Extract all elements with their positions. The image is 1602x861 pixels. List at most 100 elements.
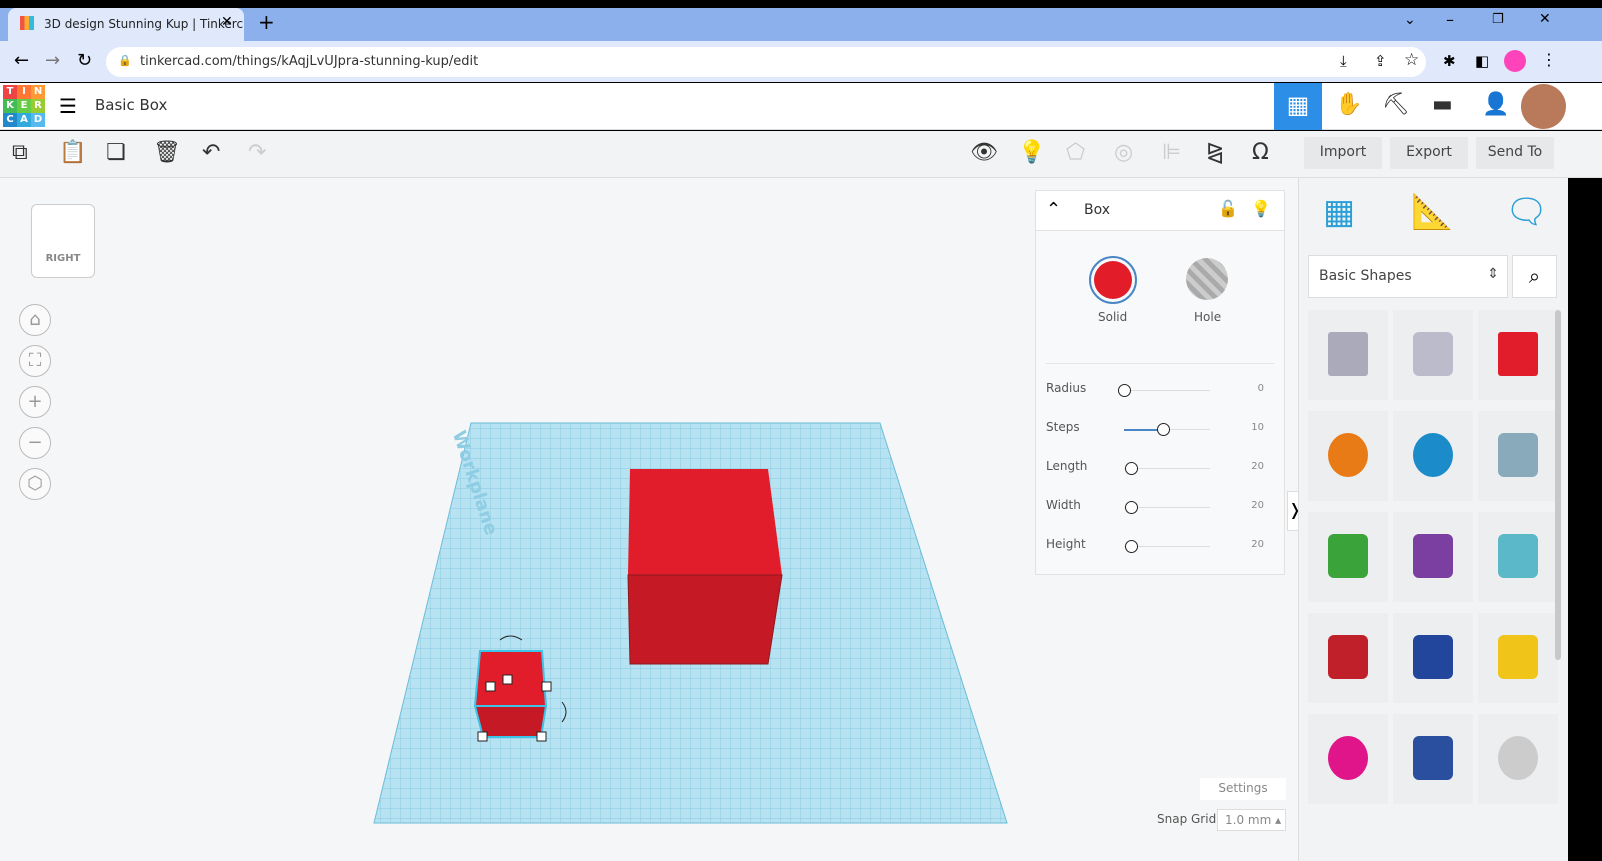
width-slider-knob[interactable] xyxy=(1124,501,1138,514)
url-text: tinkercad.com/things/kAqjLvUJpra-stunnin… xyxy=(140,54,479,69)
lightbulb-icon[interactable]: 💡 xyxy=(1251,199,1271,218)
cylinder-icon xyxy=(1328,433,1368,477)
param-label-steps: Steps xyxy=(1046,420,1080,434)
design-title[interactable]: Basic Box xyxy=(95,96,167,114)
install-icon[interactable]: ⤓ xyxy=(1340,52,1347,70)
browser-tab[interactable]: 3D design Stunning Kup | Tinkerc xyxy=(8,8,244,41)
reload-icon[interactable]: ↻ xyxy=(77,50,92,71)
settings-button[interactable]: Settings xyxy=(1200,778,1286,800)
side-panel-icon[interactable]: ◧ xyxy=(1475,52,1489,70)
shape-text[interactable] xyxy=(1308,613,1388,703)
bookmark-star-icon[interactable]: ☆ xyxy=(1404,50,1419,70)
delete-icon[interactable]: 🗑 xyxy=(153,140,181,165)
align-icon[interactable]: ⊫ xyxy=(1162,140,1181,165)
shape-cylinder[interactable] xyxy=(1308,411,1388,501)
param-value-length: 20 xyxy=(1251,461,1264,472)
tinkercad-logo[interactable]: TIN KER CAD xyxy=(3,85,45,127)
undo-icon[interactable]: ↶ xyxy=(202,140,220,165)
3d-view-button[interactable]: ▦ xyxy=(1274,83,1322,130)
pyramid-icon xyxy=(1498,635,1538,679)
shape-category-select[interactable]: Basic Shapes ⇕ xyxy=(1308,255,1508,298)
scrollbar[interactable] xyxy=(1555,310,1561,660)
param-value-steps: 10 xyxy=(1251,422,1264,433)
new-tab-icon[interactable]: + xyxy=(258,10,275,34)
length-slider-knob[interactable] xyxy=(1124,462,1138,475)
shape-box[interactable] xyxy=(1478,310,1558,400)
shape-hexagonal-prism[interactable] xyxy=(1393,714,1473,804)
snap-grid-label: Snap Grid xyxy=(1157,812,1217,826)
fit-view-button[interactable]: ⛶ xyxy=(19,345,51,377)
minimize-icon[interactable]: – xyxy=(1446,10,1454,29)
half-sphere-icon xyxy=(1328,736,1368,780)
restore-icon[interactable]: ❐ xyxy=(1492,12,1504,27)
invite-user-icon[interactable]: 👤 xyxy=(1482,92,1509,117)
user-avatar[interactable] xyxy=(1521,84,1566,129)
box-icon xyxy=(1498,332,1538,376)
unlock-icon[interactable]: 🔓 xyxy=(1218,199,1238,218)
steps-slider-knob[interactable] xyxy=(1156,423,1170,436)
pickaxe-icon[interactable]: ⛏ xyxy=(1382,92,1410,117)
param-value-radius: 0 xyxy=(1257,383,1264,394)
view-cube[interactable]: RIGHT xyxy=(31,204,95,278)
extensions-icon[interactable]: ✱ xyxy=(1443,52,1456,70)
shape-half-sphere[interactable] xyxy=(1308,714,1388,804)
scribble-icon xyxy=(1498,433,1538,477)
bricks-icon[interactable]: ▬ xyxy=(1432,92,1453,117)
redo-icon[interactable]: ↷ xyxy=(248,140,266,165)
radius-slider[interactable] xyxy=(1124,390,1210,391)
notes-eye-icon[interactable]: 👁 xyxy=(970,140,998,165)
collapse-chevron-icon[interactable]: ⌃ xyxy=(1046,199,1061,220)
close-tab-icon[interactable]: ✕ xyxy=(221,14,233,30)
tab-title: 3D design Stunning Kup | Tinkerc xyxy=(44,17,244,31)
paste-icon[interactable]: 📋 xyxy=(59,140,86,165)
send-to-button[interactable]: Send To xyxy=(1476,137,1554,169)
ungroup-icon[interactable]: ◎ xyxy=(1114,140,1133,165)
shape-roof[interactable] xyxy=(1308,512,1388,602)
notes-icon[interactable]: 🗨 xyxy=(1505,192,1548,232)
shape-pyramid[interactable] xyxy=(1478,613,1558,703)
duplicate-icon[interactable]: ❏ xyxy=(106,140,126,165)
close-window-icon[interactable]: ✕ xyxy=(1539,11,1551,27)
workplane-grid-icon[interactable]: ▦ xyxy=(1323,192,1355,232)
shape-sphere[interactable] xyxy=(1393,411,1473,501)
solid-button[interactable] xyxy=(1089,256,1137,304)
search-shapes-button[interactable]: ⌕ xyxy=(1512,255,1557,298)
design-list-icon[interactable]: ☰ xyxy=(59,94,77,118)
back-icon[interactable]: ← xyxy=(14,50,29,71)
shape-cylinder-hole[interactable] xyxy=(1393,310,1473,400)
inspector-title: Box xyxy=(1084,202,1111,218)
sphere-icon xyxy=(1413,433,1453,477)
group-icon[interactable]: ⬠ xyxy=(1066,140,1085,165)
solid-color-swatch xyxy=(1094,261,1132,299)
ruler-icon[interactable]: 📐 xyxy=(1411,192,1453,232)
import-button[interactable]: Import xyxy=(1304,137,1382,169)
height-slider-knob[interactable] xyxy=(1124,540,1138,553)
snap-grid-select[interactable]: 1.0 mm ▴ xyxy=(1217,809,1286,831)
shape-round-roof[interactable] xyxy=(1478,512,1558,602)
hide-lightbulb-icon[interactable]: 💡 xyxy=(1018,140,1045,165)
profile-avatar[interactable] xyxy=(1504,50,1526,72)
shape-box-hole[interactable] xyxy=(1308,310,1388,400)
shape-cone[interactable] xyxy=(1393,512,1473,602)
zoom-in-button[interactable]: + xyxy=(19,386,51,418)
shape-paraboloid[interactable] xyxy=(1478,714,1558,804)
lock-icon[interactable]: 🔒 xyxy=(118,54,132,67)
forward-icon[interactable]: → xyxy=(45,50,60,71)
mirror-icon[interactable]: ⧎ xyxy=(1206,140,1224,165)
shape-polygon[interactable] xyxy=(1393,613,1473,703)
zoom-out-button[interactable]: − xyxy=(19,427,51,459)
url-input[interactable]: tinkercad.com/things/kAqjLvUJpra-stunnin… xyxy=(106,47,1426,77)
shape-scribble[interactable] xyxy=(1478,411,1558,501)
blocks-icon[interactable]: ✋ xyxy=(1335,92,1362,117)
copy-icon[interactable]: ⧉ xyxy=(12,140,28,165)
perspective-button[interactable]: ⬡ xyxy=(19,468,51,500)
cruise-magnet-icon[interactable]: Ω xyxy=(1252,140,1269,165)
home-view-button[interactable]: ⌂ xyxy=(19,304,51,336)
tab-search-icon[interactable]: ⌄ xyxy=(1404,12,1416,28)
chrome-menu-icon[interactable]: ⋮ xyxy=(1541,50,1557,69)
hole-button[interactable] xyxy=(1186,258,1228,300)
radius-slider-knob[interactable] xyxy=(1118,384,1131,397)
export-button[interactable]: Export xyxy=(1390,137,1468,169)
box-hole-icon xyxy=(1328,332,1368,376)
share-icon[interactable]: ⇪ xyxy=(1374,52,1387,70)
